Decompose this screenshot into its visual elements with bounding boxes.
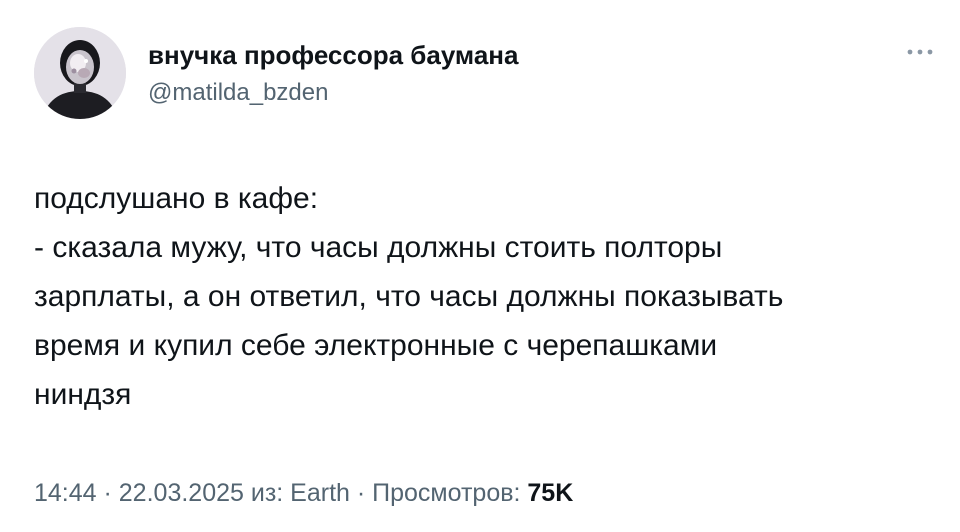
tweet-text-line: зарплаты, а он ответил, что часы должны … <box>34 280 784 313</box>
tweet-text-line: - сказала мужу, что часы должны стоить п… <box>34 231 723 264</box>
more-options-icon[interactable] <box>902 43 938 61</box>
tweet-text-line: время и купил себе электронные с черепаш… <box>34 329 718 362</box>
avatar-image <box>34 27 126 119</box>
meta-separator: · <box>96 479 119 507</box>
tweet-card: внучка профессора баумана @matilda_bzden… <box>0 0 960 532</box>
tweet-text-line: подслушано в кафе: <box>34 182 319 215</box>
author-handle[interactable]: @matilda_bzden <box>148 79 328 107</box>
avatar[interactable] <box>34 27 126 119</box>
tweet-time[interactable]: 14:44 <box>34 479 97 507</box>
views-count[interactable]: 75K <box>527 479 573 507</box>
tweet-meta: 14:44 · 22.03.2025 из: Earth · Просмотро… <box>34 479 573 508</box>
views-label: Просмотров: <box>372 479 528 507</box>
tweet-date[interactable]: 22.03.2025 <box>119 479 244 507</box>
author-name[interactable]: внучка профессора баумана <box>148 40 518 71</box>
tweet-text: подслушано в кафе: - сказала мужу, что ч… <box>34 174 934 419</box>
tweet-text-line: ниндзя <box>34 378 132 411</box>
tweet-source: из: Earth <box>243 479 350 507</box>
meta-separator: · <box>349 479 373 507</box>
